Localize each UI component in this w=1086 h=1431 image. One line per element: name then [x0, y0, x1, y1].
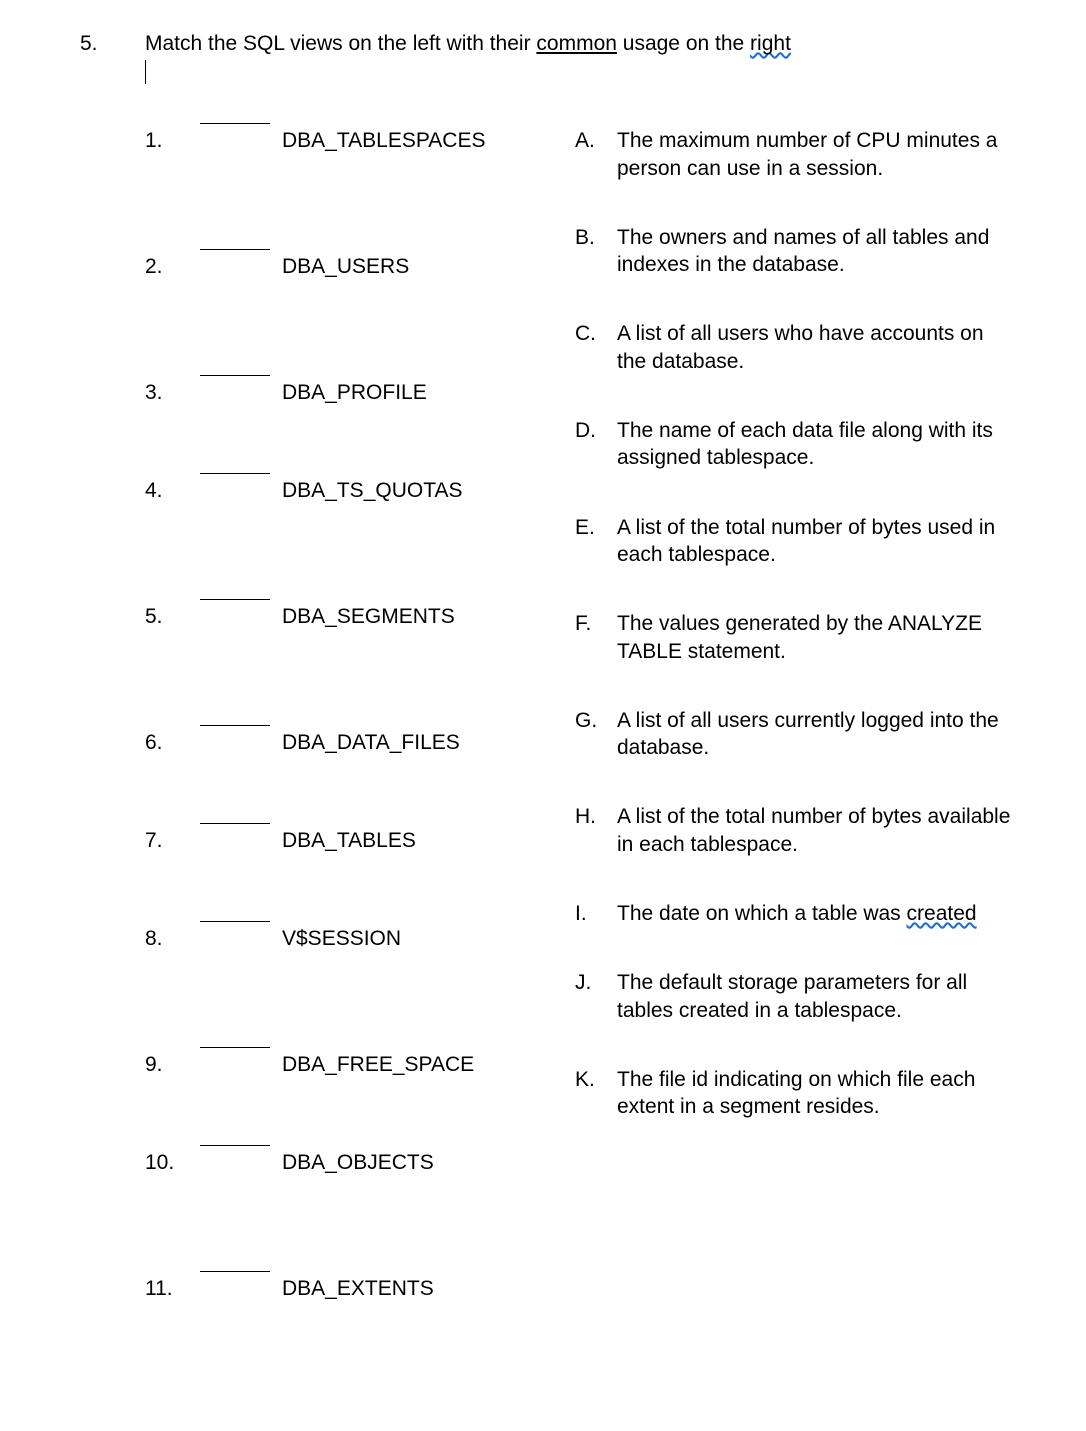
answer-blank[interactable]: [200, 599, 270, 600]
text-cursor-icon: [145, 60, 146, 84]
right-item-description: A list of the total number of bytes avai…: [617, 803, 1026, 858]
left-item: 5. DBA_SEGMENTS: [145, 603, 575, 633]
left-item-number: 4.: [145, 477, 200, 504]
left-item: 3. DBA_PROFILE: [145, 379, 575, 409]
right-item-letter: H.: [575, 803, 617, 830]
right-item-letter: A.: [575, 127, 617, 154]
left-item-number: 7.: [145, 827, 200, 854]
right-item: G.A list of all users currently logged i…: [575, 707, 1026, 762]
right-item: H.A list of the total number of bytes av…: [575, 803, 1026, 858]
right-item-description: A list of all users currently logged int…: [617, 707, 1026, 762]
left-item: 8. V$SESSION: [145, 925, 575, 955]
right-item: I.The date on which a table was created: [575, 900, 1026, 927]
answer-blank[interactable]: [200, 249, 270, 250]
sql-view-name: DBA_EXTENTS: [282, 1275, 575, 1302]
answer-blank[interactable]: [200, 123, 270, 124]
left-item: 9. DBA_FREE_SPACE: [145, 1051, 575, 1081]
left-item-number: 10.: [145, 1149, 200, 1176]
right-item-letter: G.: [575, 707, 617, 734]
right-item-letter: E.: [575, 514, 617, 541]
right-item-letter: B.: [575, 224, 617, 251]
right-item-description: The values generated by the ANALYZE TABL…: [617, 610, 1026, 665]
right-item-description: The owners and names of all tables and i…: [617, 224, 1026, 279]
question-row: 5. Match the SQL views on the left with …: [80, 30, 1026, 57]
sql-view-name: DBA_DATA_FILES: [282, 729, 575, 756]
sql-view-name: DBA_TABLES: [282, 827, 575, 854]
answer-blank[interactable]: [200, 725, 270, 726]
answer-blank[interactable]: [200, 473, 270, 474]
left-column: 1. DBA_TABLESPACES 2. DBA_USERS 3. DBA_PROFIL…: [145, 127, 575, 1401]
left-item: 10. DBA_OBJECTS: [145, 1149, 575, 1179]
right-item-letter: C.: [575, 320, 617, 347]
left-item-number: 11.: [145, 1275, 200, 1302]
sql-view-name: DBA_FREE_SPACE: [282, 1051, 575, 1078]
matching-columns: 1. DBA_TABLESPACES 2. DBA_USERS 3. DBA_PROFIL…: [145, 127, 1026, 1401]
answer-blank[interactable]: [200, 1047, 270, 1048]
right-item: J.The default storage parameters for all…: [575, 969, 1026, 1024]
answer-blank[interactable]: [200, 1145, 270, 1146]
left-item: 11. DBA_EXTENTS: [145, 1275, 575, 1305]
question-text: Match the SQL views on the left with the…: [145, 30, 1026, 57]
right-item-letter: F.: [575, 610, 617, 637]
right-item-description: A list of all users who have accounts on…: [617, 320, 1026, 375]
sql-view-name: V$SESSION: [282, 925, 575, 952]
sql-view-name: DBA_OBJECTS: [282, 1149, 575, 1176]
right-item-description: A list of the total number of bytes used…: [617, 514, 1026, 569]
left-item-number: 3.: [145, 379, 200, 406]
left-item: 4. DBA_TS_QUOTAS: [145, 477, 575, 507]
qtext-underline-common: common: [536, 32, 617, 55]
left-item: 2. DBA_USERS: [145, 253, 575, 283]
right-item: D.The name of each data file along with …: [575, 417, 1026, 472]
desc-spellcheck-word: created: [907, 902, 977, 925]
right-item-description: The date on which a table was created: [617, 900, 1026, 927]
sql-view-name: DBA_TABLESPACES: [282, 127, 575, 154]
left-item-number: 9.: [145, 1051, 200, 1078]
desc-text: The date on which a table was: [617, 902, 907, 925]
right-item-description: The name of each data file along with it…: [617, 417, 1026, 472]
sql-view-name: DBA_TS_QUOTAS: [282, 477, 575, 504]
right-item-letter: I.: [575, 900, 617, 927]
qtext-pre: Match the SQL views on the left with the…: [145, 32, 536, 55]
question-number: 5.: [80, 30, 145, 57]
right-item-description: The maximum number of CPU minutes a pers…: [617, 127, 1026, 182]
right-item: C.A list of all users who have accounts …: [575, 320, 1026, 375]
left-item-number: 6.: [145, 729, 200, 756]
text-cursor-wrap: [145, 58, 146, 85]
sql-view-name: DBA_PROFILE: [282, 379, 575, 406]
right-item: K.The file id indicating on which file e…: [575, 1066, 1026, 1121]
left-item-number: 1.: [145, 127, 200, 154]
right-item: B.The owners and names of all tables and…: [575, 224, 1026, 279]
right-column: A.The maximum number of CPU minutes a pe…: [575, 127, 1026, 1401]
right-item: A.The maximum number of CPU minutes a pe…: [575, 127, 1026, 182]
left-item-number: 2.: [145, 253, 200, 280]
answer-blank[interactable]: [200, 823, 270, 824]
answer-blank[interactable]: [200, 375, 270, 376]
right-item-description: The default storage parameters for all t…: [617, 969, 1026, 1024]
left-item-number: 8.: [145, 925, 200, 952]
left-item: 1. DBA_TABLESPACES: [145, 127, 575, 157]
sql-view-name: DBA_SEGMENTS: [282, 603, 575, 630]
left-item: 7. DBA_TABLES: [145, 827, 575, 857]
right-item: F.The values generated by the ANALYZE TA…: [575, 610, 1026, 665]
qtext-mid: usage on the: [617, 32, 750, 55]
qtext-underline-right: right: [750, 32, 791, 55]
left-item: 6. DBA_DATA_FILES: [145, 729, 575, 759]
right-item-description: The file id indicating on which file eac…: [617, 1066, 1026, 1121]
answer-blank[interactable]: [200, 1271, 270, 1272]
right-item: E.A list of the total number of bytes us…: [575, 514, 1026, 569]
right-item-letter: J.: [575, 969, 617, 996]
answer-blank[interactable]: [200, 921, 270, 922]
left-item-number: 5.: [145, 603, 200, 630]
right-item-letter: K.: [575, 1066, 617, 1093]
right-item-letter: D.: [575, 417, 617, 444]
sql-view-name: DBA_USERS: [282, 253, 575, 280]
